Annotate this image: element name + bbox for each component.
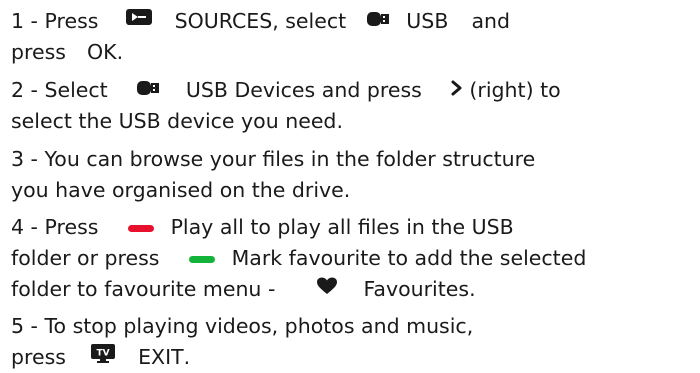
exit-keyword: EXIT (138, 345, 184, 369)
step-1-line-2: press OK. (11, 37, 123, 67)
step-1-line-1: 1 - Press SOURCES, select USB and (11, 6, 510, 36)
sources-keyword: SOURCES (174, 9, 273, 33)
favourites-keyword: Favourites (363, 277, 470, 301)
step-2-and-press: and press (321, 78, 422, 102)
step-5-line-2: press TV EXIT. (11, 342, 190, 372)
step-3-text-1: 3 - You can browse your files in the fol… (11, 147, 536, 171)
step-3-text-2: you have organised on the drive. (11, 178, 351, 202)
step-3-line-2: you have organised on the drive. (11, 175, 350, 205)
green-key-icon (188, 242, 215, 272)
heart-icon (316, 273, 338, 303)
step-5-press: press (11, 345, 66, 369)
ok-keyword: OK (87, 40, 117, 64)
step-1-prefix: 1 - Press (11, 9, 99, 33)
step-5-text-1: 5 - To stop playing videos, photos and m… (11, 314, 474, 338)
step-2-line-1: 2 - Select USB Devices and press (right)… (11, 75, 561, 105)
usb-icon (136, 74, 159, 104)
step-4-period: . (469, 277, 476, 301)
step-4-add-text: to add the selected (387, 246, 587, 270)
step-4-play-text: to play all files in the USB (250, 215, 514, 239)
svg-text:TV: TV (96, 349, 109, 359)
usb-keyword: USB (406, 9, 449, 33)
step-4-line-1: 4 - Press Play all to play all files in … (11, 212, 514, 242)
step-2-line-2: select the USB device you need. (11, 106, 343, 136)
step-4-folder-or-press: folder or press (11, 246, 160, 270)
usb-icon (367, 5, 390, 35)
red-key-icon (127, 211, 154, 241)
play-all-keyword: Play all (170, 215, 244, 239)
usb-devices-keyword: USB Devices (185, 78, 316, 102)
chevron-right-icon (451, 74, 463, 104)
step-2-text: select the USB device you need. (11, 109, 343, 133)
step-2-prefix: 2 - Select (11, 78, 108, 102)
step-4-prefix: 4 - Press (11, 215, 99, 239)
step-4-line-3: folder to favourite menu - Favourites. (11, 274, 476, 304)
sources-icon (125, 5, 152, 35)
step-5-line-1: 5 - To stop playing videos, photos and m… (11, 311, 473, 341)
step-3-line-1: 3 - You can browse your files in the fol… (11, 144, 535, 174)
step-1-press: press (11, 40, 66, 64)
step-1-and: and (471, 9, 511, 33)
step-1-period: . (116, 40, 124, 64)
step-4-line-2: folder or press Mark favourite to add th… (11, 243, 586, 273)
step-4-folder-menu: folder to favourite menu - (11, 277, 276, 301)
mark-favourite-keyword: Mark favourite (231, 246, 381, 270)
instruction-document: 1 - Press SOURCES, select USB and press (0, 0, 700, 369)
step-1-select-text: , select (272, 9, 347, 33)
tv-icon: TV (91, 341, 116, 371)
step-5-period: . (183, 345, 191, 369)
step-2-right-to: (right) to (469, 78, 561, 102)
